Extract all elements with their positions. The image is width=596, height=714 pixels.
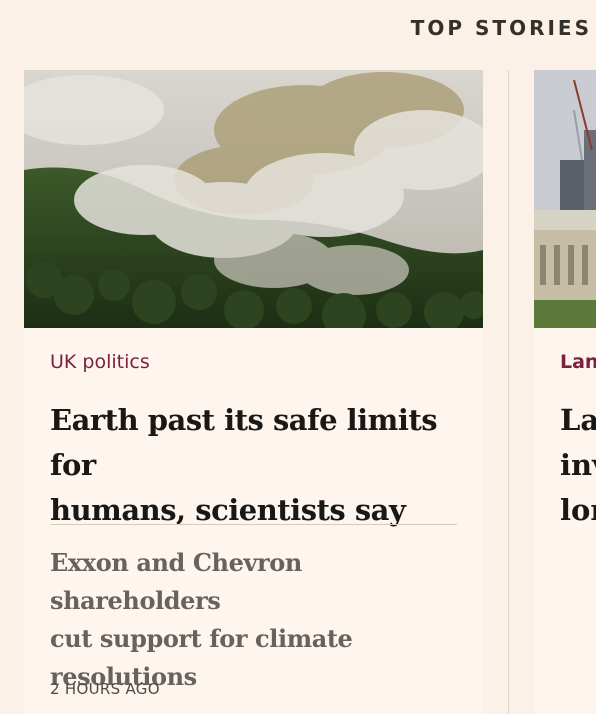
related-story-line: Exxon and Chevron shareholders: [50, 548, 302, 615]
story-image-city[interactable]: [534, 70, 596, 328]
story-headline[interactable]: Earth past its safe limits for humans, s…: [50, 398, 470, 533]
related-story-line: cut support for climate: [50, 624, 353, 653]
story-card[interactable]: UK politics Earth past its safe limits f…: [24, 70, 483, 714]
story-headline-line: inv: [560, 448, 596, 482]
section-title: TOP STORIES: [410, 16, 592, 40]
topic-link-partial[interactable]: Lan: [560, 351, 596, 373]
related-story-link[interactable]: Exxon and Chevron shareholders cut suppo…: [50, 544, 470, 696]
story-headline-line: humans, scientists say: [50, 493, 406, 527]
story-headline-line: La: [560, 403, 596, 437]
story-headline-partial[interactable]: La inv lon: [560, 398, 596, 533]
topic-link[interactable]: UK politics: [50, 351, 150, 373]
story-headline-line: Earth past its safe limits for: [50, 403, 438, 482]
story-headline-line: lon: [560, 493, 596, 527]
column-divider: [508, 70, 509, 714]
timestamp: 2 HOURS AGO: [50, 680, 160, 698]
divider: [50, 524, 457, 525]
story-card-partial[interactable]: Lan La inv lon: [534, 70, 596, 714]
story-image-forest-fire[interactable]: [24, 70, 483, 328]
